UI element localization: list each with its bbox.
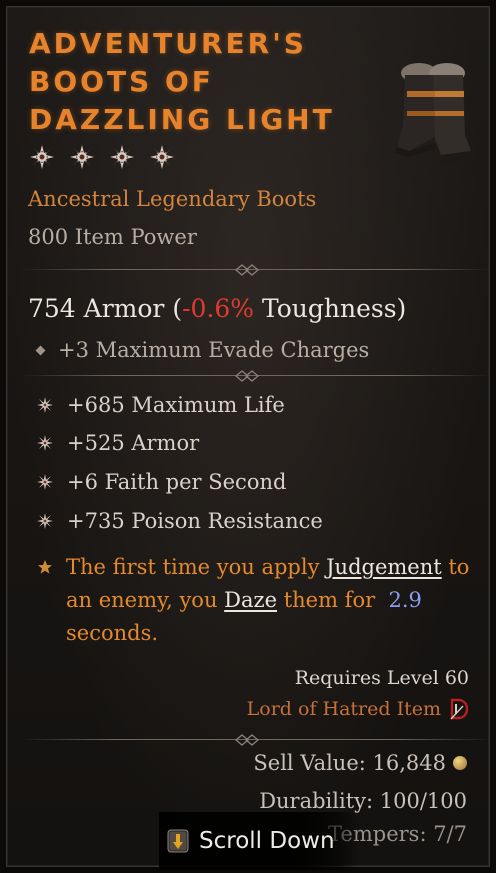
judgement-link[interactable]: Judgement — [326, 555, 442, 579]
affix-star-icon — [37, 435, 53, 451]
affix-line: +735 Poison Resistance — [37, 509, 323, 533]
scroll-key-icon — [167, 829, 189, 853]
item-stars — [29, 144, 175, 170]
toughness-change: -0.6% — [182, 294, 255, 323]
lord-of-hatred-icon — [450, 698, 469, 720]
item-name: Adventurer's Boots of Dazzling Light — [29, 27, 335, 136]
masterwork-star-icon — [69, 144, 95, 170]
boots-icon — [395, 55, 477, 167]
affix-star-icon — [37, 513, 53, 529]
section-divider — [21, 263, 491, 277]
armor-stat: 754 Armor (-0.6% Toughness) — [28, 294, 407, 323]
expansion-label: Lord of Hatred Item — [247, 698, 469, 720]
affix-line: +525 Armor — [37, 431, 199, 455]
masterwork-star-icon — [109, 144, 135, 170]
implicit-affix: +3 Maximum Evade Charges — [35, 338, 369, 362]
aspect-value: 2.9 — [388, 588, 422, 612]
scroll-down-button[interactable]: Scroll Down — [159, 812, 359, 870]
item-tooltip: Adventurer's Boots of Dazzling Light — [6, 6, 491, 870]
durability: Durability: 100/100 — [259, 789, 467, 813]
level-requirement: Requires Level 60 — [294, 667, 469, 689]
gold-coin-icon — [453, 756, 467, 770]
affix-star-icon — [37, 397, 53, 413]
legendary-star-icon — [38, 560, 52, 574]
section-divider — [21, 733, 491, 747]
affix-star-icon — [37, 474, 53, 490]
item-power: 800 Item Power — [28, 225, 197, 249]
daze-link[interactable]: Daze — [224, 588, 277, 612]
diamond-bullet-icon — [35, 345, 46, 355]
section-divider — [21, 369, 491, 383]
item-type: Ancestral Legendary Boots — [28, 187, 317, 211]
sell-value: Sell Value: 16,848 — [253, 751, 467, 775]
masterwork-star-icon — [149, 144, 175, 170]
affix-line: +6 Faith per Second — [37, 470, 286, 494]
affix-line: +685 Maximum Life — [37, 393, 285, 417]
masterwork-star-icon — [29, 144, 55, 170]
